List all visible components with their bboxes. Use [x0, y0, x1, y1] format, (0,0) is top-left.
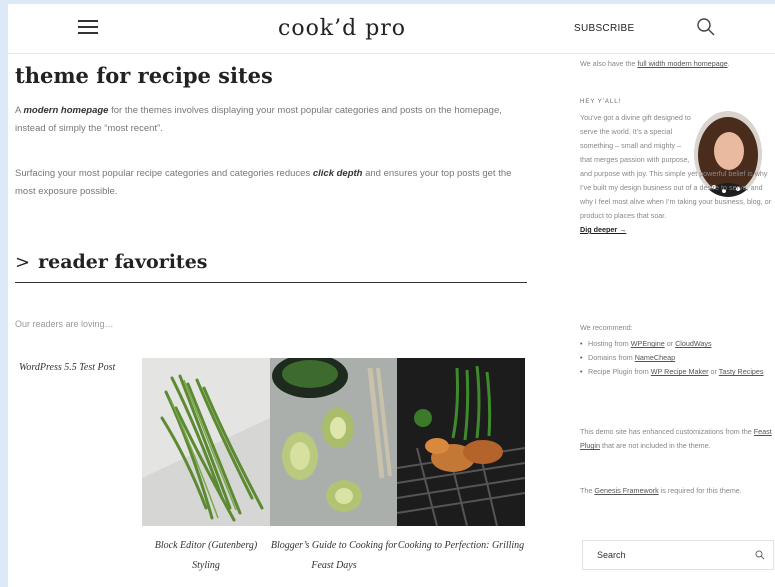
list-item: Hosting from WPEngine or CloudWays	[580, 337, 775, 351]
readers-loving-text: Our readers are loving…	[15, 319, 114, 329]
search-icon[interactable]	[696, 17, 716, 37]
sidebar: We also have the full width modern homep…	[570, 55, 775, 587]
section-title: reader favorites	[38, 251, 208, 273]
wp-recipe-maker-link[interactable]: WP Recipe Maker	[651, 367, 709, 376]
post-thumbnail-avocado[interactable]	[270, 358, 398, 526]
post-card[interactable]: Cooking to Perfection: Grilling	[397, 358, 525, 556]
post-thumbnail-blank: WordPress 5.5 Test Post	[15, 358, 141, 526]
search-icon[interactable]	[755, 550, 765, 560]
dig-deeper-link[interactable]: Dig deeper →	[580, 225, 626, 234]
reader-favorites-heading: > reader favorites	[15, 251, 527, 283]
recommend-label: We recommend:	[580, 323, 633, 332]
click-depth-paragraph: Surfacing your most popular recipe categ…	[15, 168, 512, 197]
recommendations: We recommend: Hosting from WPEngine or C…	[580, 321, 775, 379]
genesis-note: The Genesis Framework is required for th…	[580, 486, 742, 495]
demo-note: This demo site has enhanced customizatio…	[580, 427, 772, 450]
full-width-homepage-link[interactable]: full width modern homepage	[637, 59, 727, 68]
emphasis-text: click depth	[312, 168, 363, 179]
intro-paragraph: A modern homepage for the themes involve…	[15, 105, 502, 134]
site-logo[interactable]: cook’d pro	[278, 16, 406, 41]
hey-yall-heading: HEY Y'ALL!	[580, 99, 622, 105]
full-width-note: We also have the full width modern homep…	[580, 59, 730, 68]
emphasis-text: modern homepage	[23, 105, 109, 116]
hamburger-menu-icon[interactable]	[78, 20, 98, 36]
post-thumbnail-green-beans[interactable]	[142, 358, 270, 526]
cloudways-link[interactable]: CloudWays	[675, 339, 711, 348]
post-title[interactable]: Cooking to Perfection: Grilling	[397, 536, 525, 556]
window-frame-left	[0, 0, 8, 587]
sidebar-search	[582, 540, 774, 570]
post-card[interactable]: WordPress 5.5 Test Post	[15, 358, 141, 526]
subscribe-link[interactable]: SUBSCRIBE	[574, 23, 635, 34]
list-item: Recipe Plugin from WP Recipe Maker or Ta…	[580, 365, 775, 379]
hey-yall-text: You’ve got a divine gift designed to ser…	[580, 113, 771, 234]
chevron-right-icon: >	[15, 252, 31, 273]
post-title[interactable]: Block Editor (Gutenberg) Styling	[142, 536, 270, 576]
wpengine-link[interactable]: WPEngine	[631, 339, 665, 348]
site-header: cook’d pro SUBSCRIBE	[8, 4, 775, 54]
namecheap-link[interactable]: NameCheap	[635, 353, 675, 362]
post-card[interactable]: Blogger’s Guide to Cooking for Feast Day…	[270, 358, 398, 576]
post-card[interactable]: Block Editor (Gutenberg) Styling	[142, 358, 270, 576]
post-title[interactable]: WordPress 5.5 Test Post	[15, 358, 141, 373]
page-title: theme for recipe sites	[15, 63, 273, 88]
search-input[interactable]	[583, 541, 733, 569]
post-thumbnail-grill[interactable]	[397, 358, 525, 526]
post-title[interactable]: Blogger’s Guide to Cooking for Feast Day…	[270, 536, 398, 576]
main-content: theme for recipe sites A modern homepage…	[8, 55, 538, 587]
list-item: Domains from NameCheap	[580, 351, 775, 365]
tasty-recipes-link[interactable]: Tasty Recipes	[719, 367, 764, 376]
genesis-framework-link[interactable]: Genesis Framework	[594, 486, 658, 495]
